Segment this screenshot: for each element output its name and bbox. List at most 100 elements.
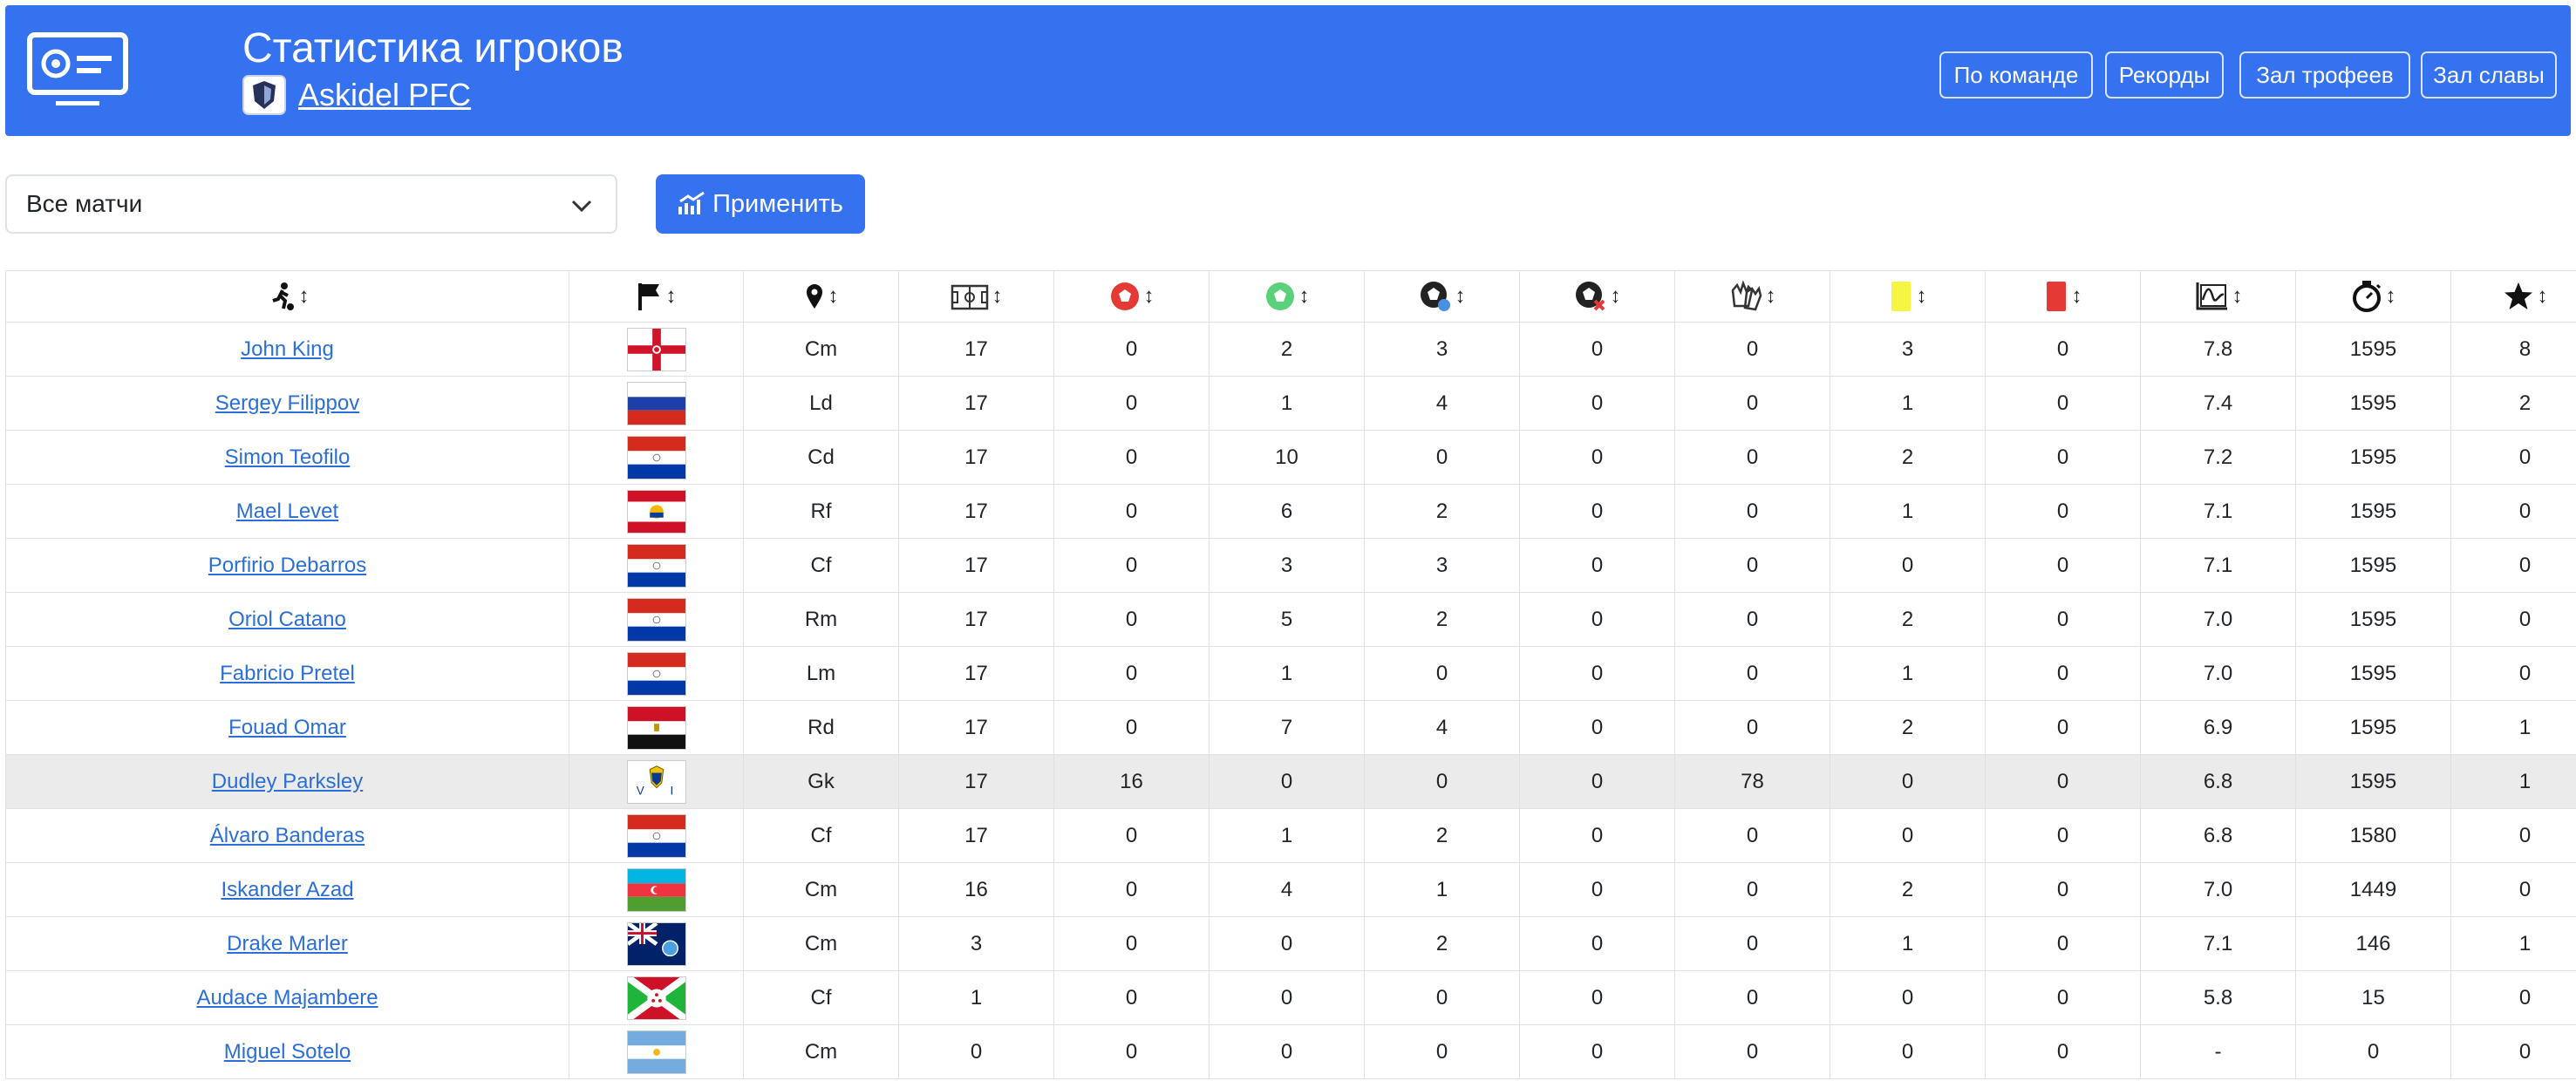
team-link[interactable]: Askidel PFC xyxy=(298,77,471,113)
table-row: Oriol Catano Rm 17 0 5 2 0 0 2 0 7.0 1595 0 xyxy=(5,592,2576,647)
flag-paraguay-icon xyxy=(626,651,686,696)
player-link[interactable]: Iskander Azad xyxy=(221,878,353,901)
col-position[interactable]: ↕ xyxy=(743,270,899,323)
sort-arrow-icon: ↕ xyxy=(1143,284,1155,308)
player-link[interactable]: Porfirio Debarros xyxy=(208,554,366,577)
player-name-cell: Dudley Parksley xyxy=(5,754,569,809)
nationality-cell xyxy=(569,592,744,647)
minutes-cell: 1595 xyxy=(2295,484,2451,539)
rating-cell: 7.0 xyxy=(2140,646,2296,701)
chevron-down-icon xyxy=(571,200,592,213)
goals-cell: 1 xyxy=(1209,808,1365,863)
yellow-cards-cell: 2 xyxy=(1830,592,1986,647)
saves-cell: 0 xyxy=(1674,322,1830,377)
player-link[interactable]: Mael Levet xyxy=(236,500,338,523)
best-player-cell: 8 xyxy=(2450,322,2576,377)
col-own-goals[interactable]: ↕ xyxy=(1519,270,1675,323)
player-link[interactable]: Audace Majambere xyxy=(196,986,378,1010)
matches-cell: 17 xyxy=(898,322,1054,377)
sort-arrow-icon: ↕ xyxy=(2385,284,2396,308)
chart-up-icon xyxy=(678,191,705,214)
minutes-cell: 1595 xyxy=(2295,538,2451,593)
match-filter-select[interactable]: Все матчи xyxy=(5,174,617,234)
own-goals-cell: 0 xyxy=(1519,592,1675,647)
player-link[interactable]: Sergey Filippov xyxy=(215,391,359,415)
player-link[interactable]: Dudley Parksley xyxy=(212,770,363,793)
goals-cell: 0 xyxy=(1209,754,1365,809)
assists-cell: 2 xyxy=(1364,808,1520,863)
player-link[interactable]: Drake Marler xyxy=(227,932,348,955)
goals-cell: 0 xyxy=(1209,970,1365,1025)
col-yellow-cards[interactable]: ↕ xyxy=(1830,270,1986,323)
red-cards-cell: 0 xyxy=(1985,592,2141,647)
best-player-cell: 0 xyxy=(2450,646,2576,701)
assists-cell: 4 xyxy=(1364,700,1520,755)
player-name-cell: Simon Teofilo xyxy=(5,430,569,485)
nationality-cell xyxy=(569,322,744,377)
goals-cell: 2 xyxy=(1209,322,1365,377)
player-link[interactable]: Miguel Sotelo xyxy=(224,1040,351,1064)
position-cell: Ld xyxy=(743,376,899,431)
player-name-cell: Mael Levet xyxy=(5,484,569,539)
goals-conceded-cell: 0 xyxy=(1053,592,1210,647)
yellow-cards-cell: 0 xyxy=(1830,808,1986,863)
player-link[interactable]: Simon Teofilo xyxy=(225,445,351,469)
rating-cell: 7.1 xyxy=(2140,484,2296,539)
nationality-cell xyxy=(569,808,744,863)
position-cell: Cd xyxy=(743,430,899,485)
by-team-button[interactable]: По команде xyxy=(1939,51,2093,99)
goals-conceded-cell: 0 xyxy=(1053,970,1210,1025)
apply-button[interactable]: Применить xyxy=(656,174,865,234)
player-link[interactable]: Fabricio Pretel xyxy=(220,662,355,685)
hall-of-fame-button[interactable]: Зал славы xyxy=(2421,51,2557,99)
col-rating[interactable]: ↕ xyxy=(2140,270,2296,323)
player-link[interactable]: Fouad Omar xyxy=(228,716,346,739)
col-assists[interactable]: ↕ xyxy=(1364,270,1520,323)
red-cards-cell: 0 xyxy=(1985,376,2141,431)
col-nationality[interactable]: ↕ xyxy=(569,270,744,323)
position-cell: Cm xyxy=(743,862,899,917)
records-button[interactable]: Рекорды xyxy=(2105,51,2224,99)
assists-cell: 2 xyxy=(1364,916,1520,971)
yellow-cards-cell: 1 xyxy=(1830,484,1986,539)
player-link[interactable]: John King xyxy=(241,337,334,361)
trophies-button[interactable]: Зал трофеев xyxy=(2239,51,2410,99)
player-link[interactable]: Álvaro Banderas xyxy=(210,824,365,847)
own-goals-cell: 0 xyxy=(1519,484,1675,539)
table-row: Fabricio Pretel Lm 17 0 1 0 0 0 1 0 7.0 1595 0 xyxy=(5,646,2576,701)
saves-cell: 0 xyxy=(1674,376,1830,431)
table-body: John King Cm 17 0 2 3 0 0 3 0 7.8 1595 8 Sergey Filip… xyxy=(5,322,2576,1079)
col-goals[interactable]: ↕ xyxy=(1209,270,1365,323)
own-goals-cell: 0 xyxy=(1519,376,1675,431)
table-row: Miguel Sotelo Cm 0 0 0 0 0 0 0 0-0 0 xyxy=(5,1024,2576,1079)
col-matches[interactable]: ↕ xyxy=(898,270,1054,323)
col-best-player[interactable]: ↕ xyxy=(2450,270,2576,323)
page-title: Статистика игроков xyxy=(242,25,624,71)
flag-azerbaijan-icon xyxy=(626,867,686,912)
minutes-cell: 1580 xyxy=(2295,808,2451,863)
sort-arrow-icon: ↕ xyxy=(992,284,1003,308)
saves-cell: 0 xyxy=(1674,646,1830,701)
col-goals-conceded[interactable]: ↕ xyxy=(1053,270,1210,323)
assists-cell: 0 xyxy=(1364,754,1520,809)
position-cell: Gk xyxy=(743,754,899,809)
apply-label: Применить xyxy=(712,189,843,218)
rating-cell: 6.9 xyxy=(2140,700,2296,755)
matches-cell: 17 xyxy=(898,808,1054,863)
player-link[interactable]: Oriol Catano xyxy=(228,608,346,631)
goals-cell: 3 xyxy=(1209,538,1365,593)
nationality-cell xyxy=(569,538,744,593)
col-red-cards[interactable]: ↕ xyxy=(1985,270,2141,323)
assists-cell: 0 xyxy=(1364,1024,1520,1079)
match-filter-value: Все матчи xyxy=(26,190,143,217)
col-minutes[interactable]: ↕ xyxy=(2295,270,2451,323)
table-row: Drake Marler Cm 3 0 0 2 0 0 1 0 7.1 146 1 xyxy=(5,916,2576,971)
matches-cell: 16 xyxy=(898,862,1054,917)
col-saves[interactable]: ↕ xyxy=(1674,270,1830,323)
own-goals-cell: 0 xyxy=(1519,916,1675,971)
best-player-star-icon xyxy=(2504,282,2532,309)
col-player[interactable]: ↕ xyxy=(5,270,569,323)
position-cell: Rm xyxy=(743,592,899,647)
goals-conceded-cell: 0 xyxy=(1053,484,1210,539)
position-cell: Rf xyxy=(743,484,899,539)
